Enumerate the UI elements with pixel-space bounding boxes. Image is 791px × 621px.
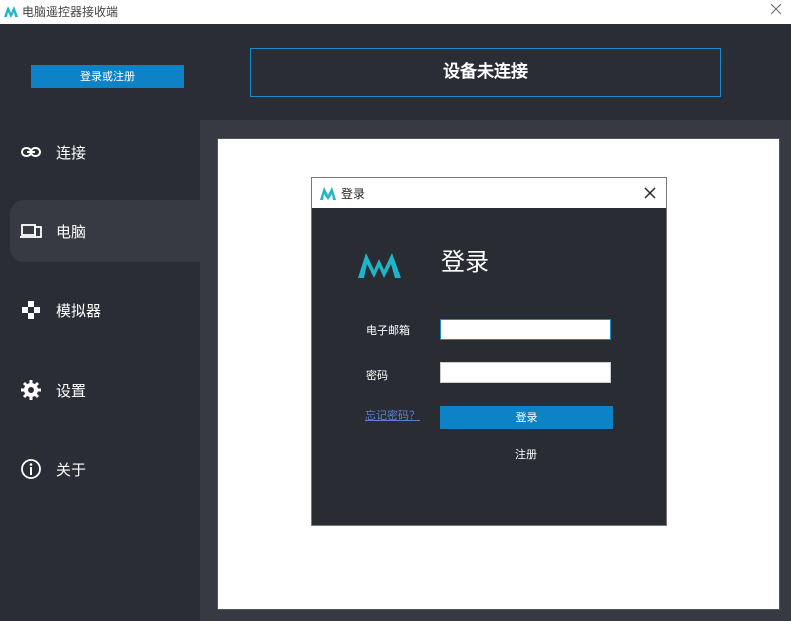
sidebar-item-connect[interactable]: 连接 (10, 121, 200, 183)
gamepad-icon (22, 301, 40, 319)
window-titlebar: 电脑遥控器接收端 (0, 0, 791, 24)
sidebar: 登录或注册 连接 电脑 模拟器 设置 关于 (0, 24, 200, 621)
email-label: 电子邮箱 (366, 324, 410, 337)
sidebar-item-label: 设置 (56, 381, 87, 400)
app-logo-icon (320, 187, 336, 200)
gear-icon (21, 380, 41, 400)
dialog-title: 登录 (341, 187, 366, 201)
email-field[interactable] (440, 319, 611, 340)
info-icon (21, 459, 41, 479)
app-logo-icon (358, 253, 401, 278)
sidebar-item-emulator[interactable]: 模拟器 (10, 279, 200, 341)
login-register-button[interactable]: 登录或注册 (31, 65, 184, 88)
close-icon[interactable] (765, 0, 787, 20)
sidebar-item-label: 模拟器 (56, 301, 102, 320)
app-logo-icon (4, 6, 18, 18)
sidebar-item-settings[interactable]: 设置 (10, 359, 200, 421)
computer-icon (20, 224, 42, 238)
connection-status: 设备未连接 (250, 48, 721, 97)
link-icon (21, 147, 41, 157)
login-dialog: 登录 登录 电子邮箱 密码 忘记密码？ 登录 注册 (311, 177, 667, 526)
register-link[interactable]: 注册 (515, 446, 537, 462)
password-field[interactable] (440, 362, 611, 383)
sidebar-item-about[interactable]: 关于 (10, 438, 200, 500)
close-icon[interactable] (640, 183, 660, 203)
dialog-titlebar: 登录 (312, 178, 666, 208)
login-button[interactable]: 登录 (440, 406, 613, 429)
sidebar-item-label: 关于 (56, 460, 87, 479)
password-label: 密码 (366, 369, 388, 382)
sidebar-item-label: 电脑 (56, 222, 87, 241)
window-title: 电脑遥控器接收端 (22, 5, 119, 19)
dialog-heading: 登录 (441, 248, 489, 276)
forgot-password-link[interactable]: 忘记密码？ (365, 407, 420, 423)
sidebar-item-label: 连接 (56, 143, 87, 162)
sidebar-item-computer[interactable]: 电脑 (10, 200, 200, 262)
